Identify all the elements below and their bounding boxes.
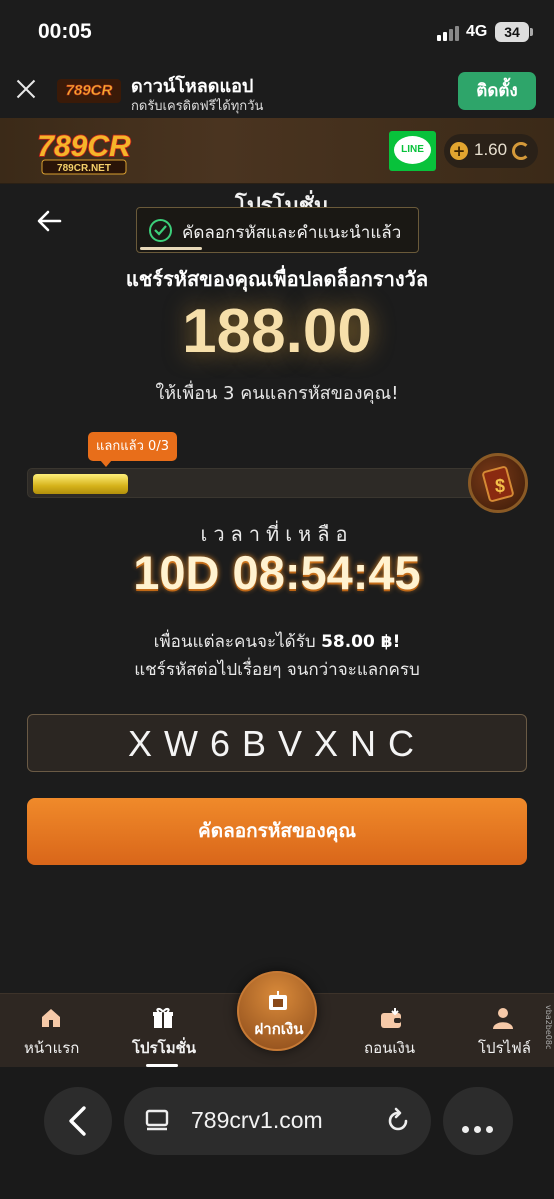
status-bar: 00:05 4G 34 xyxy=(0,0,554,62)
balance-pill[interactable]: + 1.60 xyxy=(444,134,538,168)
coin-icon: + xyxy=(450,142,468,160)
nav-profile-label: โปรไฟล์ xyxy=(478,1039,531,1057)
nav-home[interactable]: หน้าแรก xyxy=(20,994,82,1068)
nav-withdraw-label: ถอนเงิน xyxy=(364,1039,416,1057)
browser-back-button[interactable] xyxy=(44,1087,112,1155)
deposit-label: ฝากเงิน xyxy=(254,1020,304,1038)
nav-promotions[interactable]: โปรโมชั่น xyxy=(128,994,198,1068)
back-arrow-icon[interactable] xyxy=(34,206,64,236)
home-icon xyxy=(42,1009,60,1027)
more-dots-icon xyxy=(462,1118,498,1137)
svg-text:789CR.NET: 789CR.NET xyxy=(57,163,111,174)
svg-text:789CR: 789CR xyxy=(37,130,131,163)
countdown-timer: 10D 08:54:45 xyxy=(133,546,421,599)
page-menu-icon[interactable] xyxy=(144,1109,170,1133)
progress-fill xyxy=(33,474,128,494)
reload-icon[interactable] xyxy=(384,1107,412,1135)
signal-icon xyxy=(437,25,463,41)
toast-text: คัดลอกรหัสและคำแนะนำแล้ว xyxy=(182,223,402,243)
nav-withdraw[interactable]: ถอนเงิน xyxy=(360,994,422,1068)
redeemed-count: 0/3 xyxy=(148,439,169,454)
nav-promotions-label: โปรโมชั่น xyxy=(132,1039,197,1057)
battery-icon: 34 xyxy=(495,22,533,42)
deposit-icon xyxy=(269,991,287,1010)
friend-reward-prefix: เพื่อนแต่ละคนจะได้รับ xyxy=(153,632,316,652)
address-bar[interactable]: 789crv1.com xyxy=(124,1087,431,1155)
site-logo[interactable]: 789CR 789CR.NET xyxy=(24,126,144,176)
referral-code-box[interactable]: XW6BVXNC xyxy=(27,714,527,772)
browser-toolbar: 789crv1.com xyxy=(0,1067,554,1199)
chevron-left-icon xyxy=(69,1106,86,1136)
redeem-progress-bar xyxy=(27,468,492,498)
check-circle-icon xyxy=(149,219,172,242)
copied-toast: คัดลอกรหัสและคำแนะนำแล้ว xyxy=(136,207,419,253)
gift-icon xyxy=(153,1007,173,1028)
refresh-icon[interactable] xyxy=(512,142,530,160)
install-button[interactable]: ติดตั้ง xyxy=(458,72,536,110)
copy-code-button[interactable]: คัดลอกรหัสของคุณ xyxy=(27,798,527,865)
deposit-button[interactable]: ฝากเงิน xyxy=(237,971,317,1051)
url-text: 789crv1.com xyxy=(191,1107,323,1133)
svg-text:789CR: 789CR xyxy=(66,82,113,99)
status-time: 00:05 xyxy=(38,20,92,43)
nav-home-label: หน้าแรก xyxy=(24,1039,80,1057)
network-label: 4G xyxy=(466,23,488,40)
more-options-button[interactable] xyxy=(443,1087,513,1155)
close-icon[interactable] xyxy=(12,75,40,103)
invite-text: ให้เพื่อน 3 คนแลกรหัสของคุณ! xyxy=(155,383,399,404)
redeemed-badge: แลกแล้ว 0/3 xyxy=(88,432,177,467)
friend-reward-text: เพื่อนแต่ละคนจะได้รับ 58.00 ฿! xyxy=(0,628,554,655)
share-heading: แชร์รหัสของคุณเพื่อปลดล็อกรางวัล xyxy=(125,267,429,291)
banner-subtitle: กดรับเครดิตฟรีได้ทุกวัน xyxy=(131,99,264,114)
wallet-icon xyxy=(381,1008,401,1028)
reward-amount: 188.00 xyxy=(182,297,372,366)
keep-sharing-text: แชร์รหัสต่อไปเรื่อยๆ จนกว่าจะแลกครบ xyxy=(134,660,420,680)
app-logo: 789CR xyxy=(57,79,121,103)
toast-progress xyxy=(140,247,202,250)
nav-profile[interactable]: โปรไฟล์ xyxy=(472,994,534,1068)
side-tag: vba2be08c xyxy=(544,1005,553,1050)
balance-value: 1.60 xyxy=(474,140,508,159)
friend-reward-amount: 58.00 ฿! xyxy=(321,632,401,652)
redeemed-label: แลกแล้ว xyxy=(96,439,144,454)
line-button[interactable]: LINE xyxy=(389,131,436,171)
profile-icon xyxy=(493,1008,513,1029)
app-download-banner: 789CR ดาวน์โหลดแอป กดรับเครดิตฟรีได้ทุกว… xyxy=(0,62,554,118)
line-icon: LINE xyxy=(394,136,431,164)
svg-text:$: $ xyxy=(495,476,505,496)
money-envelope-icon: $ xyxy=(468,453,528,513)
